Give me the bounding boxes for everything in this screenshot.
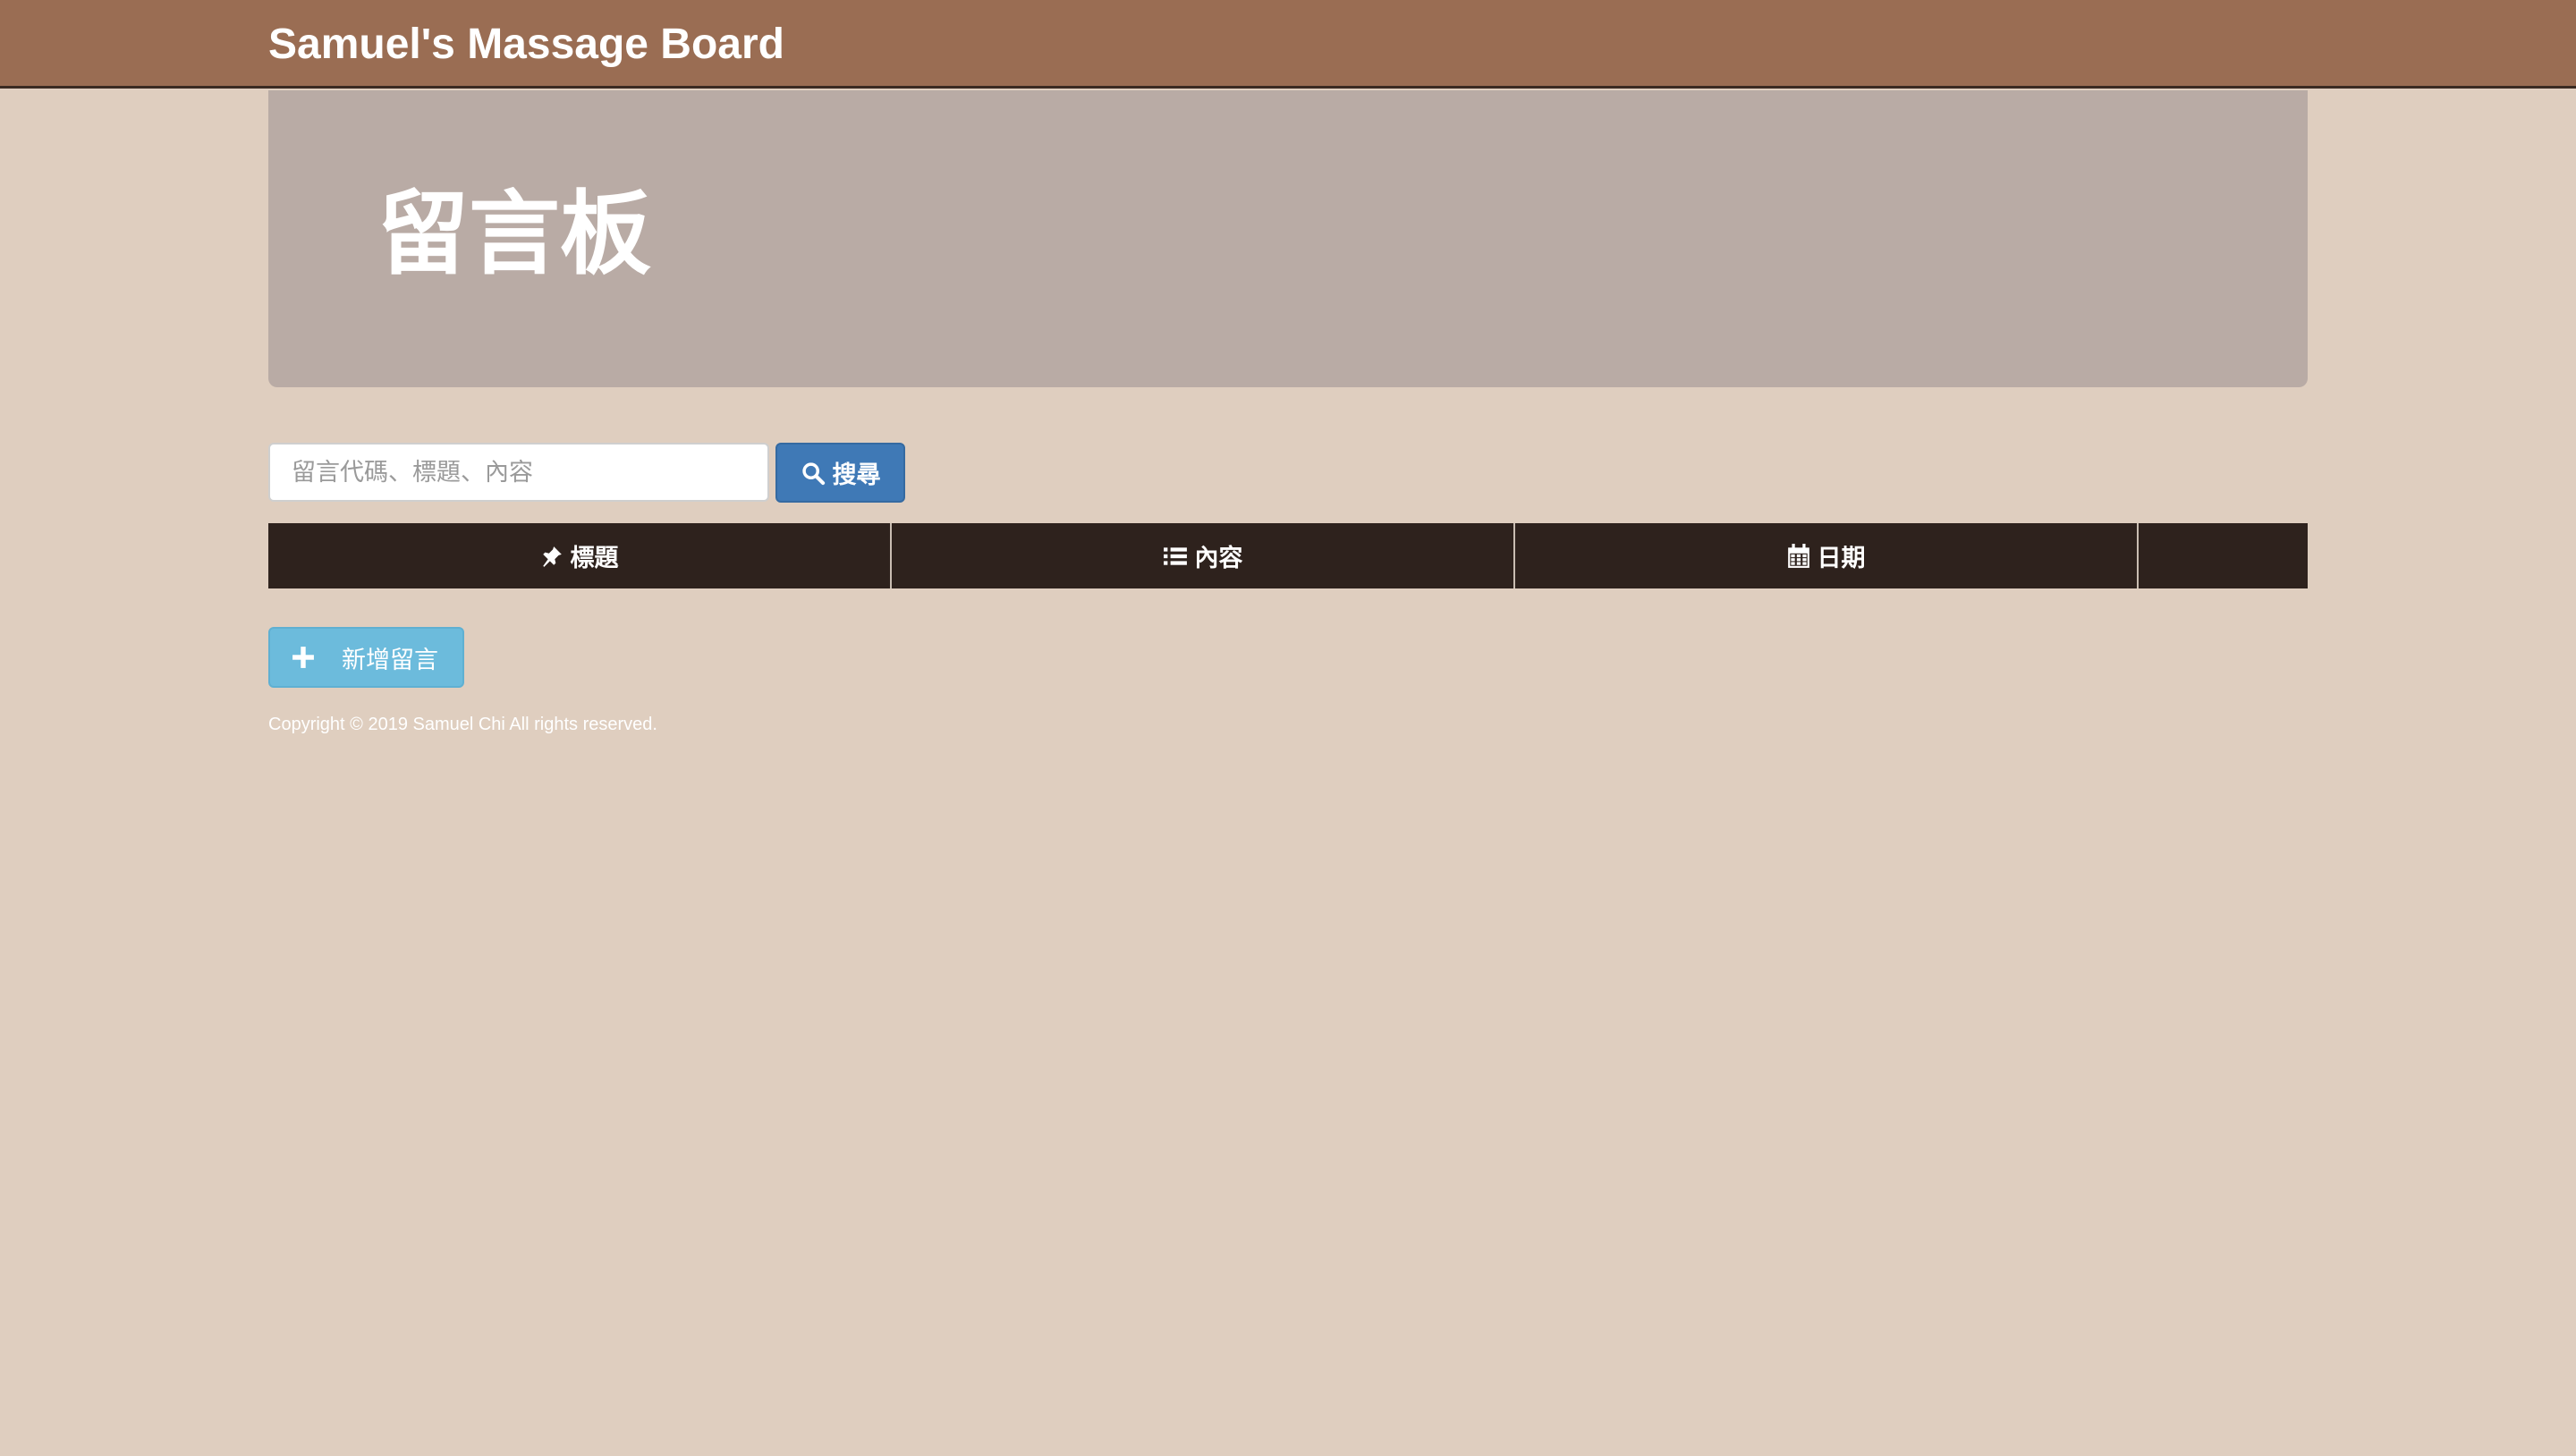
page-title: 留言板	[377, 182, 651, 288]
column-header-title: 標題	[268, 523, 892, 588]
copyright-text: Copyright © 2019 Samuel Chi All rights r…	[268, 715, 657, 734]
calendar-icon	[1787, 543, 1810, 569]
add-message-label: 新增留言	[342, 646, 438, 674]
search-button[interactable]: 搜尋	[775, 443, 905, 503]
search-input[interactable]	[268, 443, 769, 502]
column-header-title-label: 標題	[570, 545, 619, 572]
messages-table-header: 標題 內容 日期	[268, 523, 2308, 588]
navbar: Samuel's Massage Board	[0, 0, 2576, 89]
jumbotron: 留言板	[268, 90, 2308, 387]
column-header-date-label: 日期	[1817, 545, 1866, 572]
plus-icon	[292, 646, 315, 669]
column-header-date: 日期	[1515, 523, 2139, 588]
brand-title[interactable]: Samuel's Massage Board	[268, 20, 784, 70]
pin-icon	[540, 545, 564, 568]
column-header-actions	[2139, 523, 2308, 588]
column-header-content-label: 內容	[1194, 545, 1243, 572]
add-message-button[interactable]: 新增留言	[268, 627, 464, 688]
column-header-content: 內容	[892, 523, 1515, 588]
search-button-label: 搜尋	[832, 461, 881, 489]
list-icon	[1163, 545, 1188, 568]
search-icon	[801, 461, 826, 486]
